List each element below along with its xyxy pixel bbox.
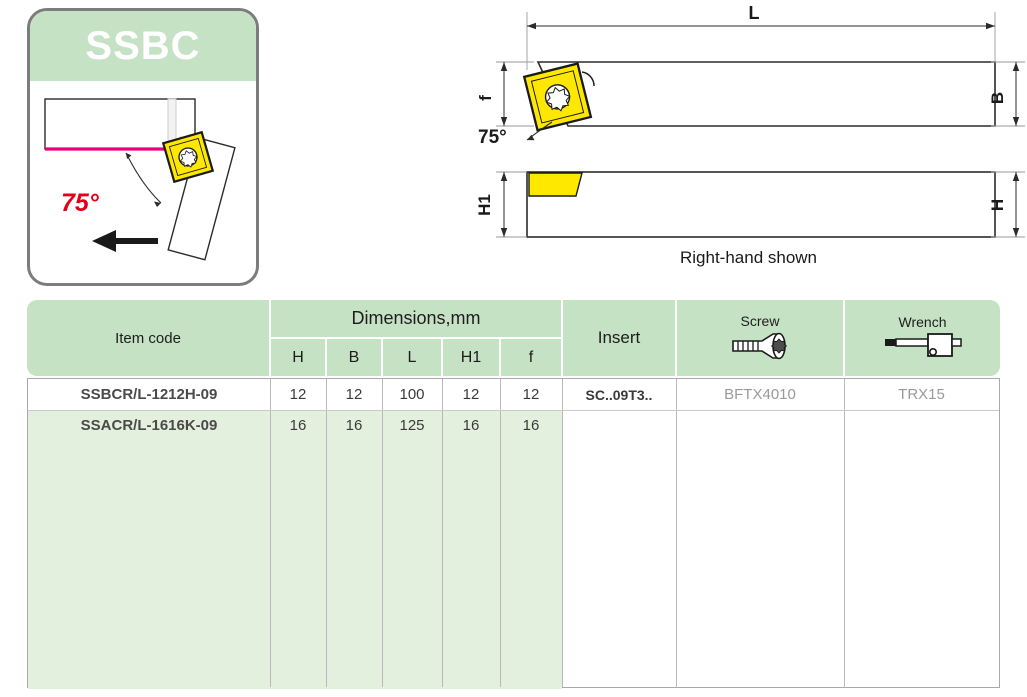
header-dim-H: H [271, 339, 325, 376]
cell-insert: SC..09T3.. [585, 386, 653, 403]
screw-icon [729, 332, 791, 364]
cell-H: 16 [289, 417, 307, 434]
header-dimensions-group: Dimensions,mm [271, 300, 561, 337]
row2-green-band [28, 410, 562, 689]
dim-label-B: B [988, 92, 1007, 104]
cell-L: 125 [399, 417, 425, 434]
drawing-caption: Right-hand shown [679, 248, 818, 267]
cell-H1: 16 [462, 417, 480, 434]
cell-B: 16 [345, 417, 363, 434]
wrench-icon [883, 332, 963, 363]
cell-screw: BFTX4010 [724, 386, 796, 403]
dim-label-H1: H1 [475, 194, 494, 216]
header-dim-f: f [501, 339, 561, 376]
cell-f: 16 [522, 417, 540, 434]
engineering-drawing: L f 75° B H1 H [470, 0, 1027, 290]
approach-angle-diagram: 75° [30, 81, 256, 283]
cell-B: 12 [345, 386, 363, 403]
product-card-banner: SSBC [30, 11, 256, 81]
header-item-code: Item code [27, 300, 269, 376]
table-header: Item code Dimensions,mm H B L H1 f Inser… [27, 300, 1000, 376]
header-dim-L: L [383, 339, 441, 376]
cell-H1: 12 [462, 386, 480, 403]
product-title: SSBC [85, 23, 201, 68]
product-card: SSBC 75° [27, 8, 259, 286]
dim-label-L: L [749, 3, 760, 23]
cell-wrench: TRX15 [898, 386, 945, 403]
cell-L: 100 [399, 386, 425, 403]
angle-label-card: 75° [61, 189, 100, 217]
cell-f: 12 [522, 386, 540, 403]
header-dim-H1: H1 [443, 339, 499, 376]
angle-label-drawing: 75° [478, 127, 507, 148]
cell-H: 12 [289, 386, 307, 403]
dim-label-H: H [988, 199, 1007, 211]
feed-direction-arrow [92, 230, 158, 252]
table-body: SSBCR/L-1212H-09 12 12 100 12 12 SC..09T… [27, 378, 1000, 689]
dim-label-f: f [476, 95, 495, 101]
header-dim-B: B [327, 339, 381, 376]
table-row: SSACR/L-1616K-09 [80, 417, 218, 434]
header-insert: Insert [563, 300, 675, 376]
table-row: SSBCR/L-1212H-09 [80, 386, 218, 403]
specification-table: Item code Dimensions,mm H B L H1 f Inser… [27, 300, 1000, 689]
header-screw: Screw [677, 300, 843, 376]
header-wrench: Wrench [845, 300, 1000, 376]
